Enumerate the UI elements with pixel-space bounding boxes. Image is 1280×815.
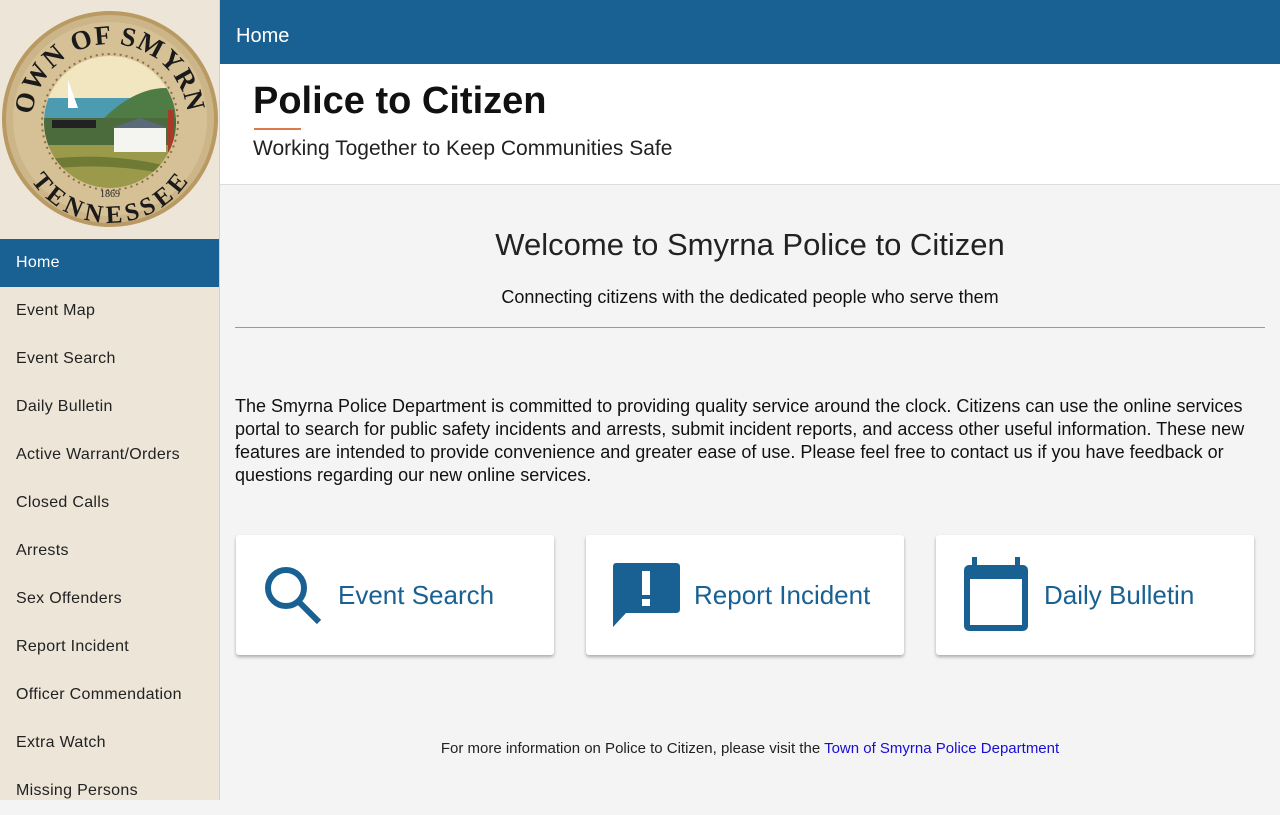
main-content: Welcome to Smyrna Police to Citizen Conn…: [220, 185, 1280, 800]
sidebar-nav: Home Event Map Event Search Daily Bullet…: [0, 239, 219, 815]
alert-message-icon: [613, 563, 680, 627]
sidebar-item-home[interactable]: Home: [0, 239, 219, 287]
welcome-heading: Welcome to Smyrna Police to Citizen: [495, 227, 1005, 262]
tagline: Connecting citizens with the dedicated p…: [501, 287, 999, 307]
sidebar-item-sex-offenders[interactable]: Sex Offenders: [0, 575, 219, 623]
footer-text: For more information on Police to Citize…: [440, 740, 825, 757]
daily-bulletin-card[interactable]: Daily Bulletin: [936, 535, 1254, 655]
sidebar-item-report-incident[interactable]: Report Incident: [0, 623, 219, 671]
event-search-card[interactable]: Event Search: [236, 535, 554, 655]
report-incident-card[interactable]: Report Incident: [586, 535, 904, 655]
svg-text:1869: 1869: [100, 189, 120, 200]
page-title: Police to Citizen: [253, 80, 547, 122]
top-bar-title: Home: [220, 0, 1280, 64]
sidebar-item-active-warrants[interactable]: Active Warrant/Orders: [0, 431, 219, 479]
card-label: Daily Bulletin: [1044, 579, 1195, 610]
intro-paragraph: The Smyrna Police Department is committe…: [235, 396, 1245, 485]
card-label: Event Search: [338, 579, 495, 610]
sidebar-item-arrests[interactable]: Arrests: [0, 527, 219, 575]
police-department-link[interactable]: Town of Smyrna Police Department: [824, 740, 1059, 757]
sidebar: TOWN OF SMYRNA TENNESSEE 1869 Home Event…: [0, 0, 220, 800]
sidebar-item-event-search[interactable]: Event Search: [0, 335, 219, 383]
card-label: Report Incident: [694, 579, 871, 610]
divider: [235, 327, 1265, 328]
sidebar-item-closed-calls[interactable]: Closed Calls: [0, 479, 219, 527]
footer-info: For more information on Police to Citize…: [220, 740, 1280, 757]
sidebar-item-missing-persons[interactable]: Missing Persons: [0, 767, 219, 815]
calendar-icon: [964, 557, 1028, 631]
sidebar-item-officer-commendation[interactable]: Officer Commendation: [0, 671, 219, 719]
sidebar-item-daily-bulletin[interactable]: Daily Bulletin: [0, 383, 219, 431]
sidebar-item-event-map[interactable]: Event Map: [0, 287, 219, 335]
search-icon: [265, 567, 322, 625]
sidebar-item-extra-watch[interactable]: Extra Watch: [0, 719, 219, 767]
page-subtitle: Working Together to Keep Communities Saf…: [253, 137, 673, 160]
title-underline: [254, 128, 301, 130]
town-seal-logo: TOWN OF SMYRNA TENNESSEE 1869: [2, 10, 218, 228]
page-header: Police to Citizen Working Together to Ke…: [220, 64, 1280, 185]
